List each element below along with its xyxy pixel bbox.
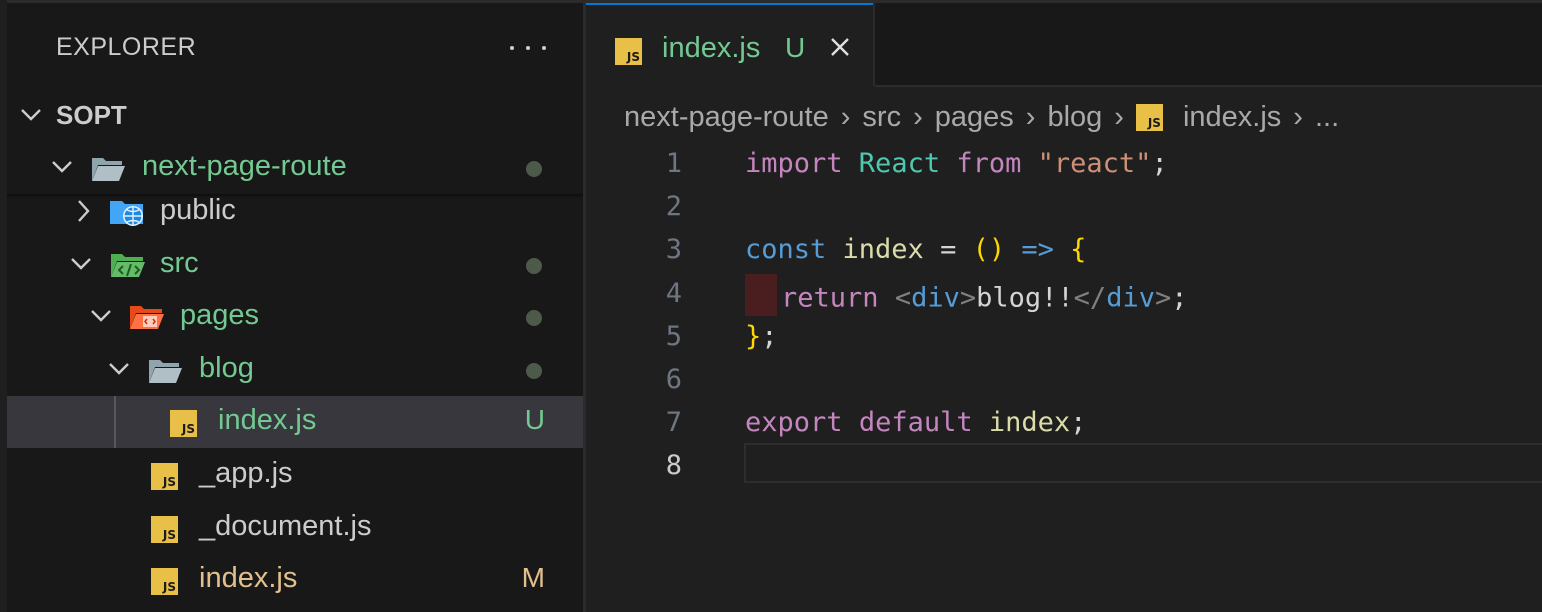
more-actions-icon[interactable] xyxy=(510,33,546,63)
tree-item-label: _app.js xyxy=(199,457,293,489)
chevron-down-icon xyxy=(91,310,111,322)
tab-border xyxy=(873,3,875,86)
line-number: 8 xyxy=(665,450,682,481)
explorer-sidebar: EXPLORER SOPT next-page-route public src xyxy=(7,3,583,612)
workspace-header[interactable]: SOPT xyxy=(7,90,583,142)
js-file-icon: JS xyxy=(615,38,642,65)
breadcrumb-item[interactable]: blog xyxy=(1047,101,1102,134)
code-line: 7 export default index; xyxy=(586,402,1542,445)
chevron-down-icon xyxy=(71,258,91,270)
tree-item-label: blog xyxy=(199,352,254,384)
breadcrumb: next-page-route › src › pages › blog › J… xyxy=(624,97,1339,137)
activity-bar-edge xyxy=(0,0,7,612)
code-line: 1 import React from "react"; xyxy=(586,143,1542,186)
js-file-icon: JS xyxy=(151,516,178,543)
git-status-dot xyxy=(526,258,542,274)
chevron-down-icon xyxy=(21,109,41,121)
indent-error-marker xyxy=(745,274,777,316)
tree-item-label: pages xyxy=(180,299,260,331)
chevron-right-icon: › xyxy=(1025,100,1036,133)
line-number: 7 xyxy=(665,407,682,438)
line-number: 5 xyxy=(665,321,682,352)
workspace-name: SOPT xyxy=(56,100,127,130)
code-text: }; xyxy=(745,321,778,352)
tree-item-blog-index-js[interactable]: JS index.js U xyxy=(7,396,583,448)
chevron-right-icon xyxy=(78,200,90,222)
breadcrumb-item[interactable]: src xyxy=(862,101,901,134)
tree-item-label: index.js xyxy=(199,562,298,594)
chevron-down-icon xyxy=(52,161,72,173)
line-number: 3 xyxy=(665,234,682,265)
code-text: const index = () => { xyxy=(745,234,1087,265)
git-status-dot xyxy=(526,363,542,379)
git-status-dot xyxy=(526,161,542,177)
breadcrumb-item[interactable]: ... xyxy=(1315,101,1339,134)
tree-item-label: src xyxy=(160,247,199,279)
tab-label: index.js xyxy=(662,32,761,64)
line-number: 2 xyxy=(665,191,682,222)
git-status-badge: U xyxy=(524,404,545,435)
tab-bar-border xyxy=(875,85,1542,87)
tree-item-src[interactable]: src xyxy=(7,239,583,291)
code-text: return <div>blog!!</div>; xyxy=(745,274,1188,320)
code-line: 2 xyxy=(586,186,1542,229)
chevron-right-icon: › xyxy=(913,100,923,133)
tab-index-js[interactable]: JS index.js U xyxy=(586,3,873,87)
js-file-icon: JS xyxy=(151,463,178,490)
code-line: 4 return <div>blog!!</div>; xyxy=(586,273,1542,316)
git-status-dot xyxy=(526,310,542,326)
breadcrumb-item[interactable]: index.js xyxy=(1183,101,1281,134)
code-text: export default index; xyxy=(745,407,1087,438)
code-line: 3 const index = () => { xyxy=(586,229,1542,272)
chevron-right-icon: › xyxy=(1114,100,1124,133)
js-file-icon: JS xyxy=(151,568,178,595)
code-line: 5 }; xyxy=(586,316,1542,359)
tree-item-label: _document.js xyxy=(199,510,372,542)
js-file-icon: JS xyxy=(1135,103,1163,131)
folder-open-icon xyxy=(92,158,125,181)
code-line: 6 xyxy=(586,359,1542,402)
code-text: import React from "react"; xyxy=(745,148,1168,179)
chevron-down-icon xyxy=(109,363,129,375)
line-number: 1 xyxy=(665,148,682,179)
breadcrumb-item[interactable]: pages xyxy=(935,101,1014,134)
folder-open-icon xyxy=(149,360,182,383)
chevron-right-icon: › xyxy=(1293,100,1303,133)
tab-git-status: U xyxy=(785,32,806,63)
tree-item-app-js[interactable]: JS _app.js xyxy=(7,449,583,501)
folder-public-icon xyxy=(110,201,143,226)
tree-item-pages[interactable]: pages xyxy=(7,291,583,343)
tree-item-blog[interactable]: blog xyxy=(7,344,583,396)
chevron-right-icon: › xyxy=(840,100,851,133)
tree-item-label: next-page-route xyxy=(142,150,347,182)
line-number: 6 xyxy=(665,364,682,395)
js-file-icon: JS xyxy=(170,410,197,437)
tree-item-label: public xyxy=(160,194,236,226)
current-line-highlight xyxy=(744,443,1542,483)
git-status-badge: M xyxy=(521,562,545,593)
tree-item-public[interactable]: public xyxy=(7,186,583,238)
close-icon[interactable] xyxy=(829,36,851,58)
editor-area: JS index.js U next-page-route › src › pa… xyxy=(586,3,1542,612)
breadcrumb-item[interactable]: next-page-route xyxy=(624,101,829,134)
explorer-title: EXPLORER xyxy=(56,33,197,61)
folder-pages-icon xyxy=(130,306,164,329)
tree-item-pages-index-js[interactable]: JS index.js M xyxy=(7,554,583,606)
line-number: 4 xyxy=(665,278,682,309)
tree-item-label: index.js xyxy=(218,404,317,436)
folder-src-icon xyxy=(111,254,145,277)
tree-item-document-js[interactable]: JS _document.js xyxy=(7,502,583,554)
indent-guide xyxy=(114,396,116,448)
